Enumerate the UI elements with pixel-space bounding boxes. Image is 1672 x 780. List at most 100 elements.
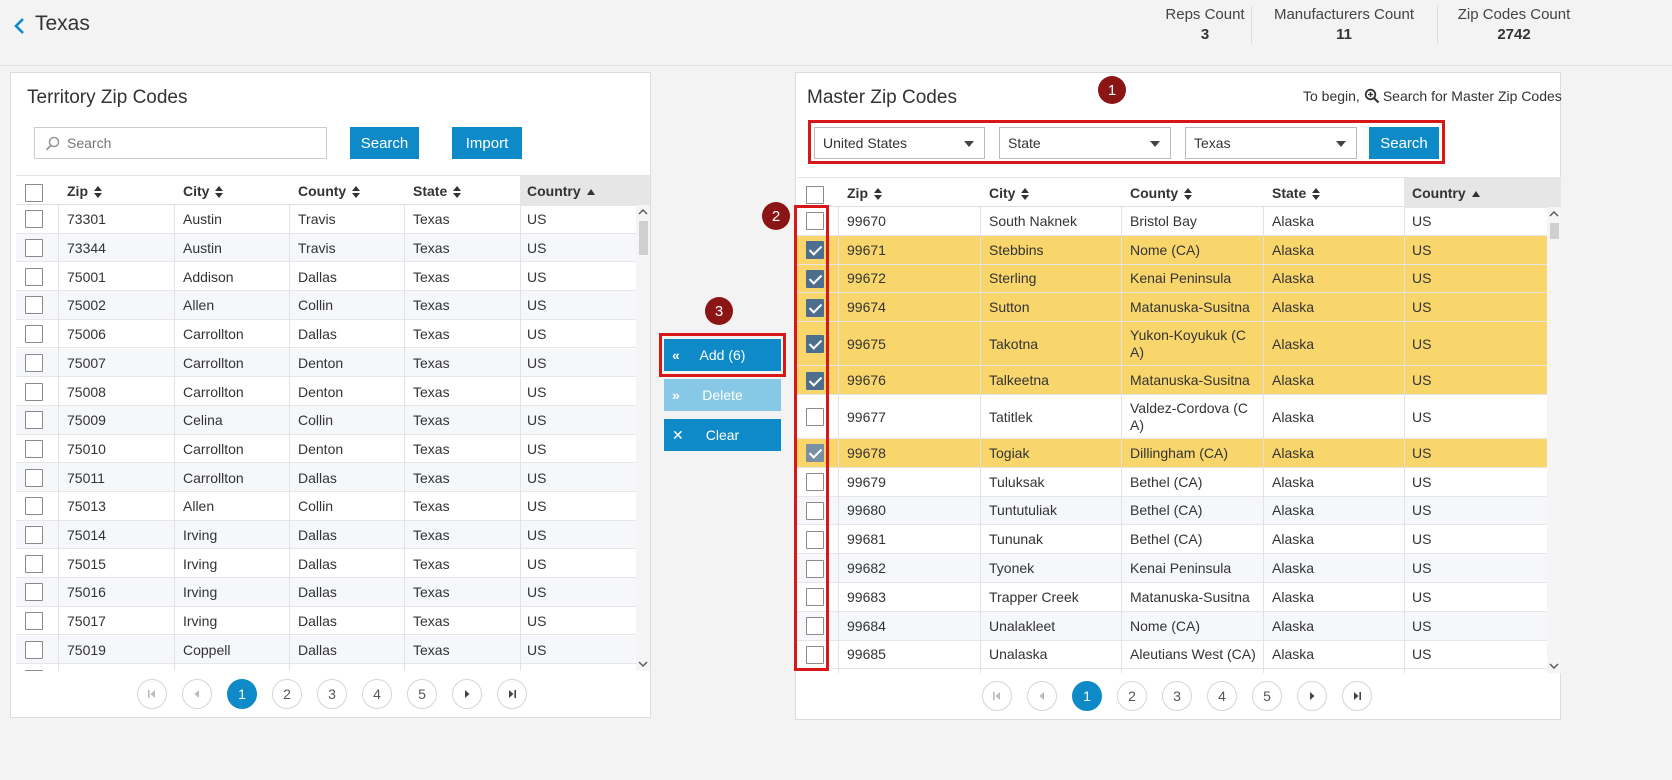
page-button[interactable]: 1 [1072, 681, 1102, 711]
table-row[interactable]: 99671 Stebbins Nome (CA) Alaska US [797, 235, 1547, 265]
table-row[interactable]: 99677 Tatitlek Valdez-Cordova (C A) Alaska U… [797, 395, 1547, 439]
scroll-thumb[interactable] [1550, 223, 1559, 239]
level-select[interactable]: State [999, 127, 1171, 159]
column-header-zip[interactable]: Zip [847, 178, 882, 208]
table-row[interactable]: 75016 Irving Dallas Texas US [16, 578, 636, 607]
row-checkbox[interactable] [25, 377, 43, 406]
table-row[interactable]: 75002 Allen Collin Texas US [16, 291, 636, 320]
row-checkbox[interactable] [806, 554, 824, 583]
row-checkbox[interactable] [806, 497, 824, 526]
state-select[interactable]: Texas [1185, 127, 1357, 159]
first-page-button[interactable] [982, 681, 1012, 711]
table-row[interactable]: 99678 Togiak Dillingham (CA) Alaska US [797, 439, 1547, 468]
table-row[interactable]: 99681 Tununak Bethel (CA) Alaska US [797, 525, 1547, 555]
row-checkbox[interactable] [25, 521, 43, 550]
table-row[interactable]: 75001 Addison Dallas Texas US [16, 262, 636, 292]
table-row[interactable]: 99682 Tyonek Kenai Peninsula Alaska US [797, 554, 1547, 583]
row-checkbox[interactable] [806, 439, 824, 468]
master-search-button[interactable]: Search [1369, 127, 1439, 159]
select-all-checkbox[interactable] [806, 178, 824, 208]
row-checkbox[interactable] [25, 664, 43, 671]
row-checkbox[interactable] [25, 607, 43, 636]
page-button[interactable]: 3 [317, 679, 347, 709]
row-checkbox[interactable] [25, 578, 43, 607]
column-header-state[interactable]: State [413, 176, 462, 206]
column-header-country[interactable]: Country [1404, 178, 1561, 208]
table-row[interactable]: 75011 Carrollton Dallas Texas US [16, 463, 636, 492]
row-checkbox[interactable] [25, 549, 43, 578]
row-checkbox[interactable] [806, 525, 824, 554]
row-checkbox[interactable] [25, 320, 43, 349]
add-button[interactable]: « Add (6) [664, 339, 781, 371]
table-row[interactable]: 99670 South Naknek Bristol Bay Alaska US [797, 207, 1547, 236]
table-row[interactable]: 99679 Tuluksak Bethel (CA) Alaska US [797, 468, 1547, 497]
next-page-button[interactable] [1297, 681, 1327, 711]
scroll-down-icon[interactable] [636, 659, 650, 669]
delete-button[interactable]: » Delete [664, 379, 781, 411]
prev-page-button[interactable] [182, 679, 212, 709]
last-page-button[interactable] [1342, 681, 1372, 711]
row-checkbox[interactable] [25, 291, 43, 320]
page-button[interactable]: 1 [227, 679, 257, 709]
row-checkbox[interactable] [806, 366, 824, 395]
row-checkbox[interactable] [806, 583, 824, 612]
table-row[interactable]: 75013 Allen Collin Texas US [16, 492, 636, 521]
table-row[interactable]: 75009 Celina Collin Texas US [16, 405, 636, 435]
next-page-button[interactable] [452, 679, 482, 709]
table-row[interactable]: 73344 Austin Travis Texas US [16, 233, 636, 263]
scroll-thumb[interactable] [639, 221, 648, 255]
table-row[interactable]: 73301 Austin Travis Texas US [16, 205, 636, 234]
table-row[interactable]: 75019 Coppell Dallas Texas US [16, 635, 636, 665]
master-scrollbar[interactable] [1547, 207, 1561, 673]
page-button[interactable]: 4 [1207, 681, 1237, 711]
column-header-state[interactable]: State [1272, 178, 1321, 208]
clear-button[interactable]: ✕ Clear [664, 419, 781, 451]
scroll-down-icon[interactable] [1547, 661, 1561, 671]
row-checkbox[interactable] [25, 349, 43, 378]
page-button[interactable]: 5 [1252, 681, 1282, 711]
scroll-up-icon[interactable] [1547, 209, 1561, 219]
column-header-county[interactable]: County [1130, 178, 1193, 208]
row-checkbox[interactable] [806, 293, 824, 322]
scroll-up-icon[interactable] [636, 207, 650, 217]
column-header-county[interactable]: County [298, 176, 361, 206]
chevron-left-icon[interactable] [12, 14, 28, 38]
row-checkbox[interactable] [25, 406, 43, 435]
column-header-country[interactable]: Country [520, 176, 650, 206]
territory-search-input[interactable] [67, 132, 337, 154]
table-row[interactable]: 99676 Talkeetna Matanuska-Susitna Alaska US [797, 366, 1547, 395]
column-header-city[interactable]: City [183, 176, 224, 206]
row-checkbox[interactable] [25, 234, 43, 263]
table-row[interactable]: 75008 Carrollton Denton Texas US [16, 377, 636, 406]
table-row[interactable]: 99684 Unalakleet Nome (CA) Alaska US [797, 611, 1547, 641]
row-checkbox[interactable] [806, 641, 824, 670]
row-checkbox[interactable] [25, 205, 43, 234]
row-checkbox[interactable] [806, 612, 824, 641]
table-row[interactable]: 99672 Sterling Kenai Peninsula Alaska US [797, 264, 1547, 294]
row-checkbox[interactable] [25, 463, 43, 492]
table-row[interactable]: 75010 Carrollton Denton Texas US [16, 435, 636, 464]
row-checkbox[interactable] [806, 395, 824, 439]
table-row[interactable]: 99685 Unalaska Aleutians West (CA) Alaska US [797, 641, 1547, 670]
table-row[interactable]: 75007 Carrollton Denton Texas US [16, 348, 636, 378]
import-button[interactable]: Import [452, 127, 522, 159]
table-row[interactable]: 75017 Irving Dallas Texas US [16, 607, 636, 636]
page-button[interactable]: 2 [272, 679, 302, 709]
table-row[interactable]: 99674 Sutton Matanuska-Susitna Alaska US [797, 293, 1547, 323]
table-row[interactable]: 75015 Irving Dallas Texas US [16, 549, 636, 579]
row-checkbox[interactable] [25, 262, 43, 291]
row-checkbox[interactable] [806, 265, 824, 294]
row-checkbox[interactable] [806, 322, 824, 366]
country-select[interactable]: United States [814, 127, 985, 159]
row-checkbox[interactable] [25, 636, 43, 665]
territory-search-box[interactable] [34, 127, 337, 159]
table-row[interactable]: 75014 Irving Dallas Texas US [16, 520, 636, 550]
first-page-button[interactable] [137, 679, 167, 709]
table-row[interactable]: 99680 Tuntutuliak Bethel (CA) Alaska US [797, 496, 1547, 526]
select-all-checkbox[interactable] [25, 176, 43, 206]
row-checkbox[interactable] [25, 492, 43, 521]
page-button[interactable]: 5 [407, 679, 437, 709]
prev-page-button[interactable] [1027, 681, 1057, 711]
table-row[interactable]: 99675 Takotna Yukon-Koyukuk (C A) Alaska US [797, 322, 1547, 367]
table-row[interactable]: 99683 Trapper Creek Matanuska-Susitna Alask… [797, 583, 1547, 612]
